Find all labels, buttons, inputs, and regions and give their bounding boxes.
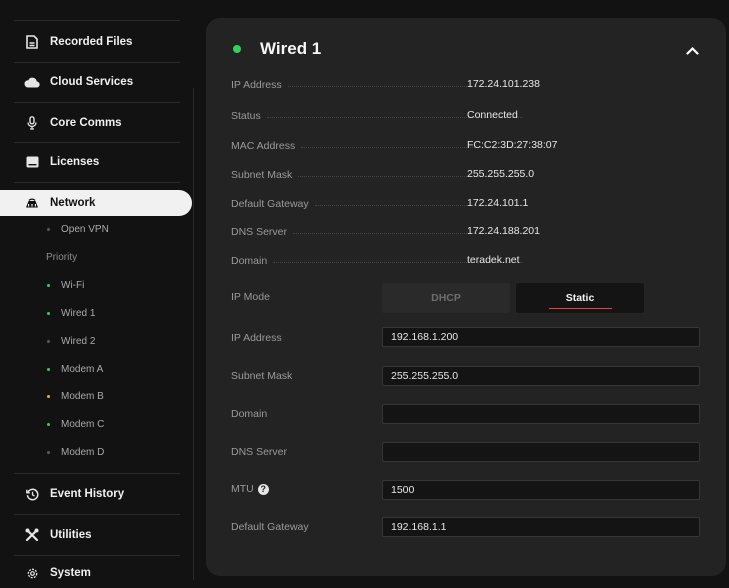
mtu-input[interactable] — [382, 480, 700, 500]
info-value-default-gateway: 172.24.101.1 — [467, 197, 529, 209]
sidebar-scrollbar[interactable] — [193, 88, 194, 580]
ip-mode-label: IP Mode — [231, 291, 270, 303]
sidebar-item-core-comms[interactable]: Core Comms — [0, 105, 190, 141]
sidebar-item-label: Event History — [50, 488, 125, 500]
status-dot — [47, 367, 50, 371]
dns-server-label: DNS Server — [231, 446, 288, 458]
info-value-domain: teradek.net — [467, 254, 520, 266]
sidebar-subitem-label: Modem C — [61, 418, 105, 430]
sidebar-item-label: Licenses — [50, 156, 100, 168]
info-value-ip-address: 172.24.101.238 — [467, 78, 540, 90]
history-icon — [24, 486, 40, 502]
sidebar-subitem-label: Wired 2 — [61, 335, 96, 347]
domain-input[interactable] — [382, 404, 700, 424]
microphone-icon — [24, 115, 40, 131]
panel-title: Wired 1 — [260, 39, 322, 58]
license-icon — [24, 154, 40, 170]
tools-icon — [24, 527, 40, 543]
info-value-subnet-mask: 255.255.255.0 — [467, 168, 535, 180]
sidebar-subitem-open-vpn[interactable]: Open VPN — [0, 218, 190, 240]
segment-label: DHCP — [431, 292, 461, 304]
status-dot — [47, 311, 50, 315]
router-icon — [24, 195, 40, 211]
info-key: Status — [231, 110, 261, 122]
collapse-button[interactable] — [682, 40, 702, 60]
status-dot — [47, 394, 50, 398]
sidebar-subitem-modem-c[interactable]: Modem C — [0, 413, 190, 435]
status-dot — [47, 450, 50, 454]
info-key: IP Address — [231, 79, 282, 91]
sidebar-item-label: Recorded Files — [50, 36, 133, 48]
ip-mode-dhcp-button[interactable]: DHCP — [382, 283, 510, 313]
status-dot — [47, 422, 50, 426]
default-gateway-input[interactable] — [382, 517, 700, 537]
ip-address-label: IP Address — [231, 332, 282, 344]
dns-server-input[interactable] — [382, 442, 700, 462]
info-key: Default Gateway — [231, 198, 309, 210]
ip-mode-static-button[interactable]: Static — [516, 283, 644, 313]
sidebar-subitem-wifi[interactable]: Wi-Fi — [0, 274, 190, 296]
sidebar-item-network[interactable]: Network — [0, 190, 192, 216]
status-dot — [47, 339, 50, 343]
default-gateway-label: Default Gateway — [231, 521, 309, 533]
sidebar-divider — [14, 514, 180, 515]
sidebar-item-label: Utilities — [50, 529, 92, 541]
sidebar-item-label: Core Comms — [50, 117, 122, 129]
info-value-dns-server: 172.24.188.201 — [467, 225, 540, 237]
sidebar-subitem-label: Wi-Fi — [61, 279, 85, 291]
sidebar-item-event-history[interactable]: Event History — [0, 476, 190, 512]
sidebar-item-label: System — [50, 567, 91, 579]
sidebar-divider — [14, 555, 180, 556]
sidebar-subitem-label: Modem D — [61, 446, 105, 458]
subnet-mask-label: Subnet Mask — [231, 370, 293, 382]
sidebar-divider — [14, 62, 180, 63]
gear-icon — [24, 565, 40, 581]
subnet-mask-input[interactable] — [382, 366, 700, 386]
info-key: DNS Server — [231, 226, 288, 238]
sidebar-item-label: Network — [50, 197, 96, 209]
selected-underline — [549, 308, 612, 309]
sidebar-item-system[interactable]: System — [0, 558, 190, 588]
mtu-label: MTU? — [231, 483, 269, 495]
sidebar-subitem-wired-1[interactable]: Wired 1 — [0, 302, 190, 324]
file-icon — [24, 34, 40, 50]
sidebar-divider — [14, 473, 180, 474]
status-dot — [47, 283, 50, 287]
cloud-icon — [24, 74, 40, 90]
chevron-up-icon — [685, 46, 699, 55]
sidebar-subitem-modem-a[interactable]: Modem A — [0, 358, 190, 380]
sidebar-divider — [14, 102, 180, 103]
sidebar-item-utilities[interactable]: Utilities — [0, 517, 190, 553]
info-value-mac-address: FC:C2:3D:27:38:07 — [467, 139, 558, 151]
info-value-status: Connected — [467, 109, 518, 121]
sidebar: Recorded Files Cloud Services Core Comms… — [0, 0, 196, 580]
sidebar-subitem-modem-b[interactable]: Modem B — [0, 385, 190, 407]
sidebar-subitem-wired-2[interactable]: Wired 2 — [0, 330, 190, 352]
domain-label: Domain — [231, 408, 268, 420]
sidebar-item-cloud-services[interactable]: Cloud Services — [0, 64, 190, 100]
sidebar-item-recorded-files[interactable]: Recorded Files — [0, 24, 190, 60]
ip-address-input[interactable] — [382, 327, 700, 347]
mtu-label-text: MTU — [231, 483, 254, 495]
segment-label: Static — [565, 292, 595, 304]
status-dot — [47, 227, 50, 231]
sidebar-divider — [14, 20, 180, 21]
sidebar-subitem-modem-d[interactable]: Modem D — [0, 441, 190, 463]
wired-1-panel: Wired 1 IP Address 172.24.101.238 Status… — [206, 18, 726, 576]
info-key: Subnet Mask — [231, 169, 293, 181]
sidebar-divider — [14, 142, 180, 143]
info-key: MAC Address — [231, 140, 296, 152]
sidebar-subitem-label: Modem A — [61, 363, 104, 375]
sidebar-subitem-label: Open VPN — [61, 223, 109, 235]
connection-status-dot — [233, 45, 241, 53]
sidebar-item-licenses[interactable]: Licenses — [0, 144, 190, 180]
sidebar-divider — [14, 182, 180, 183]
sidebar-subitem-label: Modem B — [61, 390, 104, 402]
panel-header[interactable]: Wired 1 — [206, 18, 726, 80]
priority-label: Priority — [46, 252, 78, 263]
sidebar-subitem-label: Wired 1 — [61, 307, 96, 319]
sidebar-item-label: Cloud Services — [50, 76, 134, 88]
help-icon[interactable]: ? — [257, 483, 269, 495]
info-key: Domain — [231, 255, 268, 267]
